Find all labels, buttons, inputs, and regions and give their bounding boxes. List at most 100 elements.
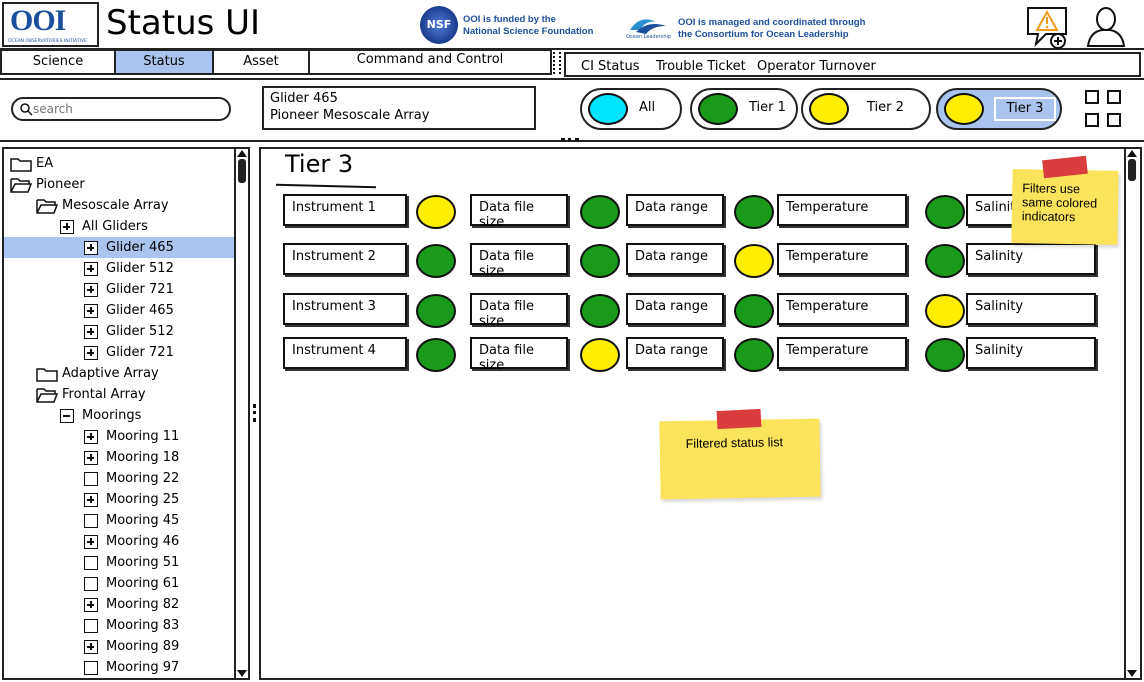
instrument-cell[interactable]: Instrument 4 bbox=[283, 337, 407, 369]
tree-scroll-down[interactable] bbox=[237, 670, 247, 677]
metric-cell[interactable]: Data range bbox=[626, 337, 724, 369]
ooi-logo-subtitle: OCEAN OBSERVATORIES INITIATIVE bbox=[8, 39, 87, 44]
expand-icon[interactable] bbox=[84, 303, 98, 318]
expand-icon[interactable] bbox=[84, 597, 98, 612]
tree-item[interactable]: Glider 512 bbox=[4, 321, 236, 342]
collapse-icon[interactable] bbox=[60, 408, 74, 423]
metric-cell[interactable]: Data file size bbox=[470, 293, 568, 329]
metric-cell[interactable]: Temperature bbox=[777, 293, 907, 325]
alert-chat-icon[interactable] bbox=[1024, 4, 1070, 50]
tab-command-and-control[interactable]: Command and Control bbox=[308, 49, 552, 75]
context-line1: Glider 465 bbox=[270, 91, 338, 106]
tree-item[interactable]: Mooring 97 bbox=[4, 657, 236, 678]
tab-science[interactable]: Science bbox=[0, 49, 116, 75]
instrument-cell[interactable]: Instrument 2 bbox=[283, 243, 407, 275]
vertical-splitter[interactable] bbox=[253, 404, 257, 422]
metric-cell[interactable]: Data range bbox=[626, 243, 724, 275]
tree-scroll-thumb[interactable] bbox=[238, 159, 246, 183]
main-scroll-up[interactable] bbox=[1127, 150, 1137, 157]
tree-item[interactable]: Moorings bbox=[4, 405, 236, 426]
checkbox-icon[interactable] bbox=[84, 660, 98, 675]
tree-item[interactable]: Glider 721 bbox=[4, 279, 236, 300]
tree-item[interactable]: Glider 721 bbox=[4, 342, 236, 363]
main-scroll-thumb[interactable] bbox=[1128, 159, 1136, 181]
metric-cell[interactable]: Data file size bbox=[470, 194, 568, 230]
tree-item[interactable]: Mooring 51 bbox=[4, 552, 236, 573]
tree-item[interactable]: Mooring 22 bbox=[4, 468, 236, 489]
tree-item[interactable]: Mooring 46 bbox=[4, 531, 236, 552]
expand-icon[interactable] bbox=[84, 324, 98, 339]
tier-filter-1[interactable]: Tier 1 bbox=[690, 88, 798, 130]
tab-status[interactable]: Status bbox=[114, 49, 214, 75]
tier-filter-3[interactable]: Tier 3 bbox=[936, 88, 1062, 130]
status-indicator bbox=[734, 294, 774, 328]
tree-item[interactable]: Mooring 61 bbox=[4, 573, 236, 594]
grid-view-icon[interactable] bbox=[1082, 88, 1128, 132]
search-input[interactable] bbox=[33, 101, 223, 117]
link-ci-status[interactable]: CI Status bbox=[581, 59, 639, 74]
tree-item[interactable]: Glider 512 bbox=[4, 258, 236, 279]
checkbox-icon[interactable] bbox=[84, 513, 98, 528]
expand-icon[interactable] bbox=[84, 345, 98, 360]
metric-cell[interactable]: Data file size bbox=[470, 337, 568, 373]
expand-icon[interactable] bbox=[84, 450, 98, 465]
metric-cell[interactable]: Data file size bbox=[470, 243, 568, 279]
tree-scroll-up[interactable] bbox=[237, 150, 247, 157]
tree-item[interactable]: Mooring 45 bbox=[4, 510, 236, 531]
expand-icon[interactable] bbox=[84, 534, 98, 549]
status-indicator bbox=[925, 338, 965, 372]
main-scroll-down[interactable] bbox=[1127, 670, 1137, 677]
link-trouble-ticket[interactable]: Trouble Ticket bbox=[656, 59, 746, 74]
status-indicator bbox=[416, 244, 456, 278]
metric-cell[interactable]: Data range bbox=[626, 194, 724, 226]
tree-scrollbar[interactable] bbox=[234, 149, 248, 678]
tree-item[interactable]: EA bbox=[4, 153, 236, 174]
expand-icon[interactable] bbox=[84, 261, 98, 276]
tier-filter-2[interactable]: Tier 2 bbox=[801, 88, 931, 130]
checkbox-icon[interactable] bbox=[84, 576, 98, 591]
metric-cell[interactable]: Data range bbox=[626, 293, 724, 325]
tree-item[interactable]: Glider 465 bbox=[4, 237, 236, 258]
tree-item[interactable]: Frontal Array bbox=[4, 384, 236, 405]
tree-item[interactable]: All Gliders bbox=[4, 216, 236, 237]
expand-icon[interactable] bbox=[84, 492, 98, 507]
metric-cell[interactable]: Salinity bbox=[966, 337, 1096, 369]
main-scrollbar[interactable] bbox=[1124, 149, 1138, 678]
expand-icon[interactable] bbox=[84, 240, 98, 255]
tier-filter-all[interactable]: All bbox=[580, 88, 682, 130]
tree-item[interactable]: Mesoscale Array bbox=[4, 195, 236, 216]
expand-icon[interactable] bbox=[84, 429, 98, 444]
tree-item[interactable]: Mooring 83 bbox=[4, 615, 236, 636]
tree-item[interactable]: Mooring 82 bbox=[4, 594, 236, 615]
metric-cell[interactable]: Temperature bbox=[777, 337, 907, 369]
tree-item[interactable]: Mooring 89 bbox=[4, 636, 236, 657]
tree-item[interactable]: Mooring 25 bbox=[4, 489, 236, 510]
metric-cell[interactable]: Temperature bbox=[777, 194, 907, 226]
user-icon[interactable] bbox=[1084, 6, 1128, 48]
tree-item-label: Glider 721 bbox=[106, 282, 174, 297]
instrument-cell[interactable]: Instrument 1 bbox=[283, 194, 407, 226]
checkbox-icon[interactable] bbox=[84, 555, 98, 570]
tree-item[interactable]: Mooring 11 bbox=[4, 426, 236, 447]
checkbox-icon[interactable] bbox=[84, 618, 98, 633]
tree-item-label: Adaptive Array bbox=[62, 366, 159, 381]
col-text: OOI is managed and coordinated through t… bbox=[678, 17, 865, 41]
expand-icon[interactable] bbox=[84, 639, 98, 654]
tree-item[interactable]: Mooring 18 bbox=[4, 447, 236, 468]
instrument-cell[interactable]: Instrument 3 bbox=[283, 293, 407, 325]
expand-icon[interactable] bbox=[60, 219, 74, 234]
nav-splitter[interactable] bbox=[553, 52, 561, 74]
ooi-logo-text: OOI bbox=[10, 4, 66, 37]
metric-cell[interactable]: Salinity bbox=[966, 293, 1096, 325]
expand-icon[interactable] bbox=[84, 282, 98, 297]
metric-cell[interactable]: Temperature bbox=[777, 243, 907, 275]
tree-item[interactable]: Glider 465 bbox=[4, 300, 236, 321]
checkbox-icon[interactable] bbox=[84, 471, 98, 486]
tab-asset[interactable]: Asset bbox=[212, 49, 310, 75]
tree-item[interactable]: Pioneer bbox=[4, 174, 236, 195]
link-operator-turnover[interactable]: Operator Turnover bbox=[757, 59, 876, 74]
tree-item[interactable]: Adaptive Array bbox=[4, 363, 236, 384]
metric-cell[interactable]: Salinity bbox=[966, 243, 1096, 275]
search-field[interactable] bbox=[11, 97, 231, 121]
horizontal-splitter[interactable] bbox=[561, 138, 579, 142]
